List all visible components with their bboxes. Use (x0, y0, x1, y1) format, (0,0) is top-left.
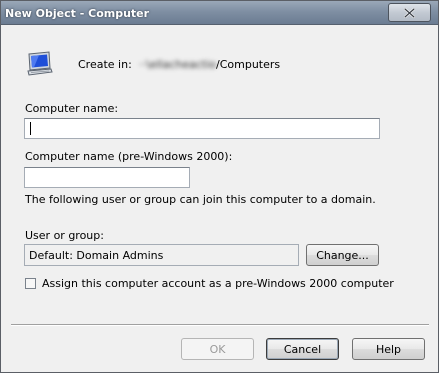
cancel-button[interactable]: Cancel (266, 338, 339, 360)
user-group-value: Default: Domain Admins (29, 249, 164, 262)
join-domain-info: The following user or group can join thi… (25, 193, 376, 206)
user-group-label: User or group: (25, 229, 104, 242)
computer-name-label: Computer name: (25, 102, 119, 115)
create-in-label: Create in: (78, 58, 132, 71)
computer-name-input[interactable] (24, 118, 380, 139)
ok-button[interactable]: OK (181, 338, 254, 360)
footer-separator (11, 324, 429, 326)
help-button[interactable]: Help (352, 338, 425, 360)
new-object-computer-dialog: New Object - Computer Create in: ··\ella… (0, 0, 439, 373)
container-path-obscured: ··\ellacheactio (139, 58, 216, 71)
assign-pre2000-checkbox[interactable] (25, 278, 36, 289)
user-group-field: Default: Domain Admins (24, 244, 299, 266)
container-path: ··\ellacheactio/Computers (139, 58, 280, 71)
assign-pre2000-label[interactable]: Assign this computer account as a pre-Wi… (42, 277, 394, 290)
change-button[interactable]: Change... (306, 244, 379, 266)
text-caret (30, 122, 31, 135)
pre2000-name-input[interactable] (24, 167, 190, 188)
pre2000-name-label: Computer name (pre-Windows 2000): (25, 150, 233, 163)
container-path-suffix: /Computers (216, 58, 281, 71)
dialog-body: Create in: ··\ellacheactio/Computers Com… (1, 1, 438, 372)
computer-icon (27, 51, 53, 76)
